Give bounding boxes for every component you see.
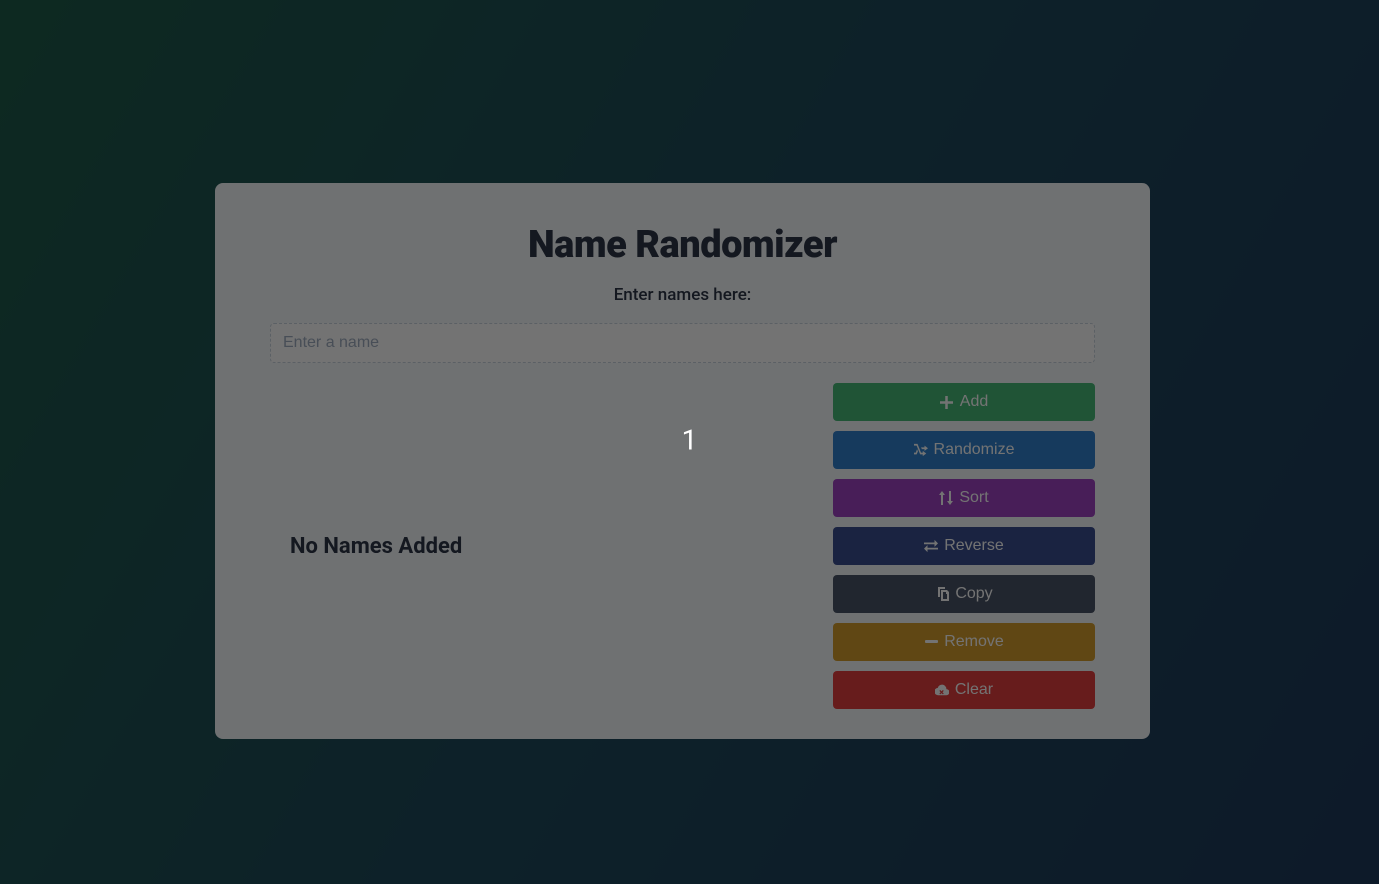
cloud-x-icon [935, 683, 949, 697]
main-card: Name Randomizer Enter names here: No Nam… [215, 183, 1150, 739]
plus-icon [940, 395, 954, 409]
reverse-button[interactable]: Reverse [833, 527, 1095, 565]
remove-button-label: Remove [944, 633, 1004, 651]
names-list-area: No Names Added [270, 383, 813, 709]
buttons-column: Add Randomize Sort Reverse [833, 383, 1095, 709]
no-names-text: No Names Added [290, 534, 462, 559]
name-input[interactable] [270, 323, 1095, 363]
randomize-button-label: Randomize [934, 441, 1015, 459]
copy-button[interactable]: Copy [833, 575, 1095, 613]
page-title: Name Randomizer [270, 223, 1095, 267]
randomize-button[interactable]: Randomize [833, 431, 1095, 469]
copy-icon [935, 587, 949, 601]
subtitle: Enter names here: [270, 285, 1095, 305]
clear-button-label: Clear [955, 681, 993, 699]
clear-button[interactable]: Clear [833, 671, 1095, 709]
add-button-label: Add [960, 393, 988, 411]
sort-button-label: Sort [959, 489, 988, 507]
minus-icon [924, 635, 938, 649]
loading-number: 1 [682, 424, 698, 457]
remove-button[interactable]: Remove [833, 623, 1095, 661]
sort-icon [939, 491, 953, 505]
reverse-button-label: Reverse [944, 537, 1004, 555]
add-button[interactable]: Add [833, 383, 1095, 421]
shuffle-icon [914, 443, 928, 457]
copy-button-label: Copy [955, 585, 992, 603]
reverse-icon [924, 539, 938, 553]
sort-button[interactable]: Sort [833, 479, 1095, 517]
